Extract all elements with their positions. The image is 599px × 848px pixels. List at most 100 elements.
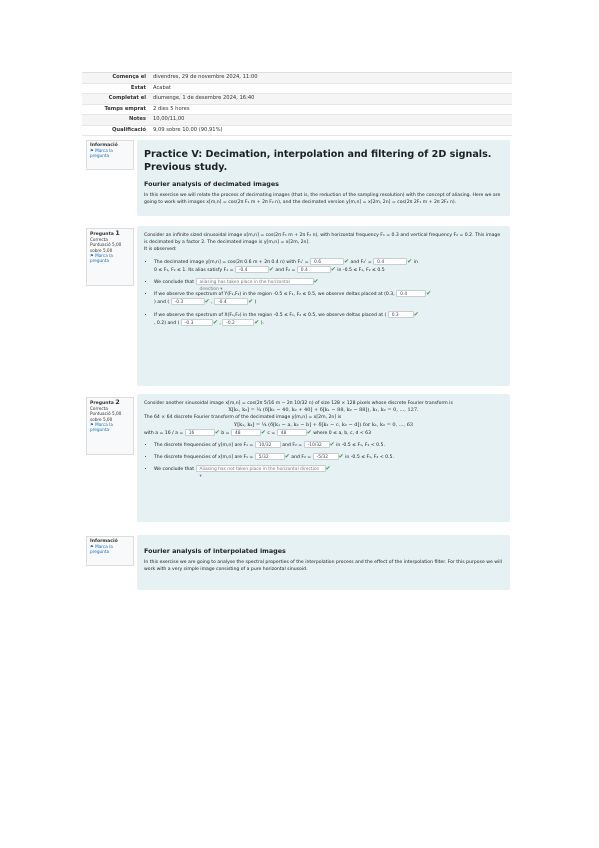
- question-points: Puntuació 5,00 sobre 5,00: [90, 242, 122, 253]
- answer-input[interactable]: 48: [230, 428, 261, 436]
- summary-key: Comença el: [112, 74, 146, 80]
- equation: X[k₁, k₂] = ¼ (δ[k₁ − 40, k₂ + 40] + δ[k…: [228, 407, 419, 414]
- info-box: Informació ⚑ Marca la pregunta: [86, 140, 134, 170]
- answer-item: If we observe the spectrum of X(F₁,F₂) i…: [154, 310, 503, 327]
- answer-item: The discrete frequencies of x[m,n] are F…: [154, 453, 503, 461]
- flag-question-link[interactable]: ⚑ Marca la pregunta: [90, 148, 130, 158]
- page-title: Practice V: Decimation, interpolation an…: [144, 149, 492, 173]
- answer-input[interactable]: -0.4: [234, 265, 269, 273]
- summary-key: Completat el: [108, 95, 146, 101]
- summary-row: Estat Acabat: [82, 84, 512, 94]
- answer-input[interactable]: -0.4: [214, 298, 249, 306]
- answer-text: The discrete frequencies of y[m,n] are F…: [154, 443, 254, 449]
- summary-value: 10,00/11,00: [153, 116, 185, 122]
- answer-input[interactable]: 0.4: [296, 265, 331, 273]
- answer-text: ): [254, 300, 257, 306]
- answer-text: and F₂ =: [275, 267, 296, 273]
- answer-text: with a = 16 / a =: [144, 430, 184, 436]
- check-icon: ✔: [260, 428, 266, 436]
- flag-question-link[interactable]: ⚑ Marca la pregunta: [90, 422, 130, 432]
- section-text: In this exercise we will relate the proc…: [144, 193, 501, 206]
- select-value: Aliasing has not taken place in the hori…: [199, 467, 320, 473]
- summary-row: Completat el diumenge, 1 de desembre 2024…: [82, 94, 512, 105]
- check-icon: ✔: [248, 298, 254, 306]
- info-card-interpolation: Fourier analysis of interpolated images …: [137, 535, 510, 590]
- equation: Y[k₁, k₂] = ¼ (δ[k₁ − a, k₂ − b] + δ[k₁ …: [233, 421, 414, 428]
- answer-select[interactable]: Aliasing has not taken place in the hori…: [195, 465, 326, 479]
- flag-question-link[interactable]: ⚑ Marca la pregunta: [90, 253, 130, 263]
- answer-input[interactable]: -0.2: [222, 318, 255, 326]
- answer-text: The discrete frequencies of x[m,n] are F…: [154, 455, 254, 461]
- answer-row: with a = 16 / a = 16 ✔ b = 48 ✔ c = 48 ✔ wh…: [144, 428, 503, 437]
- answer-text: in -0.5 ≤ F₁, F₂ < 0.5.: [336, 443, 385, 449]
- answer-text: and F₂ =: [291, 455, 312, 461]
- question-text: Consider an infinite sized sinusoidal im…: [144, 233, 501, 246]
- answer-text: We conclude that: [154, 280, 195, 286]
- answer-input[interactable]: 48: [276, 428, 307, 436]
- flag-question-link[interactable]: ⚑ Marca la pregunta: [90, 544, 130, 554]
- section-subtitle: Fourier analysis of interpolated images: [144, 547, 286, 555]
- answer-input[interactable]: -0.3: [170, 298, 205, 306]
- question-text: The 64 × 64 discrete Fourier transform o…: [144, 415, 342, 421]
- answer-input[interactable]: 0.4: [396, 290, 427, 298]
- answer-item: The discrete frequencies of y[m,n] are F…: [154, 441, 503, 449]
- answer-input[interactable]: -10/32: [303, 441, 330, 449]
- answer-text: If we observe the spectrum of X(F₁,F₂) i…: [154, 312, 387, 318]
- summary-row: Comença el divendres, 29 de novembre 2024…: [82, 73, 512, 84]
- check-icon: ✔: [329, 441, 335, 449]
- check-icon: ✔: [344, 257, 350, 265]
- summary-value: 9,09 sobre 10,00 (90,91%): [153, 126, 223, 133]
- flag-label: Marca la pregunta: [90, 421, 113, 433]
- check-icon: ✔: [284, 453, 290, 461]
- summary-row: Notes 10,00/11,00: [82, 115, 512, 126]
- answer-input[interactable]: 5/32: [254, 453, 285, 461]
- answer-text: in -0.5 ≤ F₁, F₂ < 0.5.: [345, 455, 394, 461]
- check-icon: ✔: [306, 428, 312, 436]
- info-box: Informació ⚑ Marca la pregunta: [86, 536, 134, 566]
- answer-input[interactable]: 0.4: [373, 257, 408, 265]
- answer-text: ,: [211, 300, 213, 306]
- answer-input[interactable]: 0.3: [387, 310, 414, 318]
- answer-text: in -0.5 ≤ F₁, F₂ ≤ 0.5: [337, 267, 385, 273]
- question-card-1: Consider an infinite sized sinusoidal im…: [137, 226, 510, 386]
- check-icon: ✔: [413, 310, 419, 318]
- question-number: 1: [115, 229, 120, 237]
- flag-label: Marca la pregunta: [90, 148, 113, 159]
- answer-input[interactable]: -0.3: [180, 318, 213, 326]
- answer-input[interactable]: -5/32: [312, 453, 339, 461]
- answer-input[interactable]: 10/32: [254, 441, 281, 449]
- answer-text: ,: [219, 320, 221, 326]
- summary-key: Estat: [130, 84, 146, 91]
- answer-text: , 0.2) and (: [154, 320, 180, 326]
- answer-text: c =: [267, 430, 276, 436]
- answer-text: in: [413, 259, 418, 265]
- check-icon: ✔: [330, 265, 336, 273]
- check-icon: ✔: [338, 453, 344, 461]
- summary-value: divendres, 29 de novembre 2024, 11:00: [153, 74, 258, 80]
- summary-row: Qualificació 9,09 sobre 10,00 (90,91%): [82, 126, 512, 136]
- answer-text: 0 ≤ F₁, F₂ ≤ 1. Its alias satisfy F₁ =: [154, 267, 234, 273]
- answer-select[interactable]: aliasing has taken place in the horizont…: [195, 278, 314, 292]
- answer-input[interactable]: 16: [184, 428, 215, 436]
- answer-input[interactable]: 0.6: [310, 257, 345, 265]
- answer-item: If we observe the spectrum of Y(F₁,F₂) i…: [154, 290, 503, 306]
- answer-item: We conclude that Aliasing has not taken …: [154, 465, 503, 479]
- check-icon: ✔: [204, 298, 210, 306]
- summary-row: Temps emprat 2 dies 5 hores: [82, 105, 512, 115]
- question-number: 2: [115, 398, 120, 406]
- answer-text: If we observe the spectrum of Y(F₁,F₂) i…: [154, 292, 395, 298]
- question-card-2: Consider another sinusoidal image x[m,n]…: [137, 394, 510, 522]
- question-info-box: Pregunta 2 Correcta Puntuació 5,00 sobre…: [86, 397, 134, 455]
- check-icon: ✔: [426, 290, 432, 298]
- answer-text: ).: [260, 320, 265, 326]
- answer-text: and F₂' =: [350, 259, 372, 265]
- flag-label: Marca la pregunta: [90, 544, 113, 555]
- summary-value: 2 dies 5 hores: [153, 105, 190, 112]
- summary-key: Temps emprat: [104, 105, 146, 112]
- attempt-summary-table: Comença el divendres, 29 de novembre 2024…: [82, 72, 512, 136]
- check-icon: ✔: [268, 265, 274, 273]
- info-card-decimation: Practice V: Decimation, interpolation an…: [137, 140, 510, 216]
- answer-text: b =: [221, 430, 230, 436]
- answer-text: where 0 ≤ a, b, c, d < 63: [313, 430, 372, 436]
- check-icon: ✔: [407, 257, 413, 265]
